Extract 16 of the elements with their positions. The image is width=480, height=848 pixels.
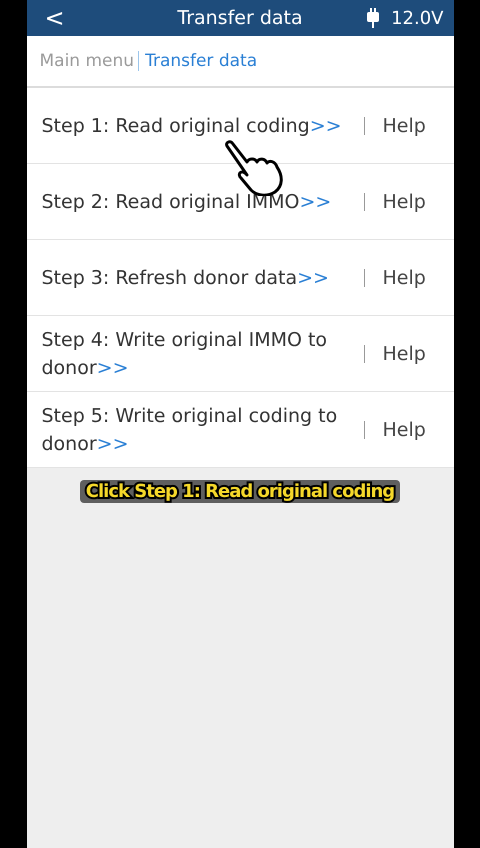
breadcrumb-link[interactable]: Transfer data [145,51,258,71]
help-link[interactable]: Help [382,114,426,136]
help-link[interactable]: Help [382,190,426,212]
step-link[interactable]: Step 3: Refresh donor data>> [42,264,360,292]
voltage-reading: 12.0V [391,8,444,28]
step-link[interactable]: Step 5: Write original coding to donor>> [42,402,360,458]
back-button[interactable]: < [26,4,75,32]
step-link[interactable]: Step 4: Write original IMMO to donor>> [42,326,360,382]
step-link[interactable]: Step 1: Read original coding>> [42,112,360,140]
caption-text: Click Step 1: Read original coding [80,480,400,503]
step-link[interactable]: Step 2: Read original IMMO>> [42,188,360,216]
help-link[interactable]: Help [382,266,426,288]
screen-title: Transfer data [177,7,303,29]
help-link[interactable]: Help [382,342,426,364]
plug-icon [367,8,380,28]
help-link[interactable]: Help [382,418,426,440]
